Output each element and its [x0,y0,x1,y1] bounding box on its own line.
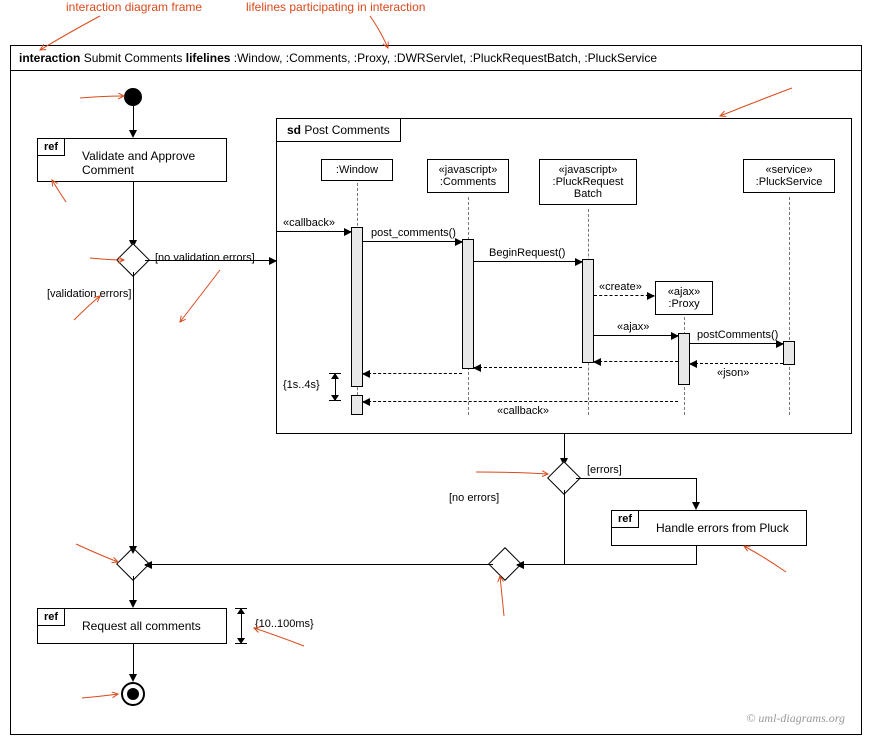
guard-val-err: [validation errors] [47,288,131,300]
flow-noerr-v [564,490,565,552]
ref-handle-errors: ref Handle errors from Pluck [611,510,807,546]
final-node [121,682,145,706]
stereo: «ajax» [662,286,706,298]
lifelines-kw: lifelines [186,51,231,65]
sd-name: Post Comments [304,123,389,137]
msg-create-label: «create» [599,281,642,293]
msg-callback-return [363,401,678,402]
msg-begin-request-label: BeginRequest() [489,247,565,259]
stereo: «javascript» [546,164,630,176]
arrow-head-icon [692,502,700,510]
initial-node [124,88,142,106]
sd-frame: sd Post Comments :Window «javascript» :C… [276,118,852,434]
msg-begin-request [474,261,582,262]
duration-bar-1 [325,373,345,401]
msg-json-label: «json» [717,367,749,379]
flow-dec-to-sd [145,260,276,261]
guard-no-val-err: [no validation errors] [155,252,255,264]
lifeline-window: :Window [321,159,393,181]
stereo: «javascript» [434,164,502,176]
msg-create-proxy [594,295,654,296]
arrow-head-icon [129,600,137,608]
activation-comments [462,239,474,369]
arrow-head-icon [129,546,137,554]
lifeline-prb: «javascript» :PluckRequest Batch [539,159,637,205]
msg-callback-ret-label: «callback» [497,405,549,417]
final-inner-dot-icon [127,688,139,700]
msg-json-return [690,363,783,364]
anno-lifelines: lifelines participating in interaction [246,0,425,14]
activation-proxy [678,333,690,385]
ref-tag: ref [612,511,639,528]
lifeline-name: :Comments [434,176,502,188]
dashline-service [789,197,790,415]
arrow-head-icon [129,130,137,138]
ref-text: Validate and Approve Comment [38,139,226,187]
anno-interaction-frame: interaction diagram frame [66,0,202,14]
ret-proxy-prb [594,361,678,362]
flow-merge2-to-merge1 [145,564,493,565]
activation-window [351,227,363,387]
lifeline-name: :Window [328,164,386,176]
ref-tag: ref [38,139,65,156]
msg-ajax-label: «ajax» [617,321,649,333]
frame-kw: interaction [19,51,80,65]
frame-name: Submit Comments [84,51,183,65]
lifelines-list: :Window, :Comments, :Proxy, :DWRServlet,… [234,51,657,65]
ref-text: Request all comments [38,609,226,643]
activation-service [783,341,795,365]
msg-post-comments-svc [690,343,783,344]
ref-text: Handle errors from Pluck [612,511,806,545]
flow-ref-to-dec [133,182,134,246]
lifeline-service: «service» :PluckService [743,159,835,193]
activation-prb [582,259,594,363]
ret-comments-window [363,373,462,374]
arrow-head-icon [129,674,137,682]
msg-callback-in-label: «callback» [283,217,335,229]
lifeline-name: :PluckService [750,176,828,188]
sd-kw: sd [287,123,301,137]
flow-errors-h [576,478,696,479]
ref-request-all: ref Request all comments [37,608,227,644]
lifeline-name: :PluckRequest Batch [546,176,630,200]
flow-noerr-v2 [564,552,565,564]
duration-bar-2 [231,608,251,644]
lifeline-name: :Proxy [662,298,706,310]
msg-post-comments [363,241,462,242]
msg-ajax [594,335,678,336]
sd-header: sd Post Comments [277,119,401,142]
lifeline-comments: «javascript» :Comments [427,159,509,193]
guard-no-errors: [no errors] [449,492,499,504]
msg-post-comments-label: post_comments() [371,227,456,239]
copyright: © uml-diagrams.org [746,711,845,726]
msg-post-comments-svc-label: postComments() [697,329,778,341]
flow-ref3-to-merge2 [517,564,697,565]
lifeline-proxy: «ajax» :Proxy [655,281,713,315]
interaction-frame: interaction Submit Comments lifelines :W… [10,45,862,735]
flow-valerr-down [133,272,134,552]
frame-header: interaction Submit Comments lifelines :W… [11,46,861,71]
ref-tag: ref [38,609,65,626]
duration-1-label: {1s..4s} [283,379,320,391]
msg-callback-in [277,231,351,232]
flow-ref3-v [696,546,697,564]
duration-2-label: {10..100ms} [255,618,314,630]
ret-prb-comments [474,367,582,368]
guard-errors: [errors] [587,464,622,476]
stereo: «service» [750,164,828,176]
ref-validate: ref Validate and Approve Comment [37,138,227,182]
